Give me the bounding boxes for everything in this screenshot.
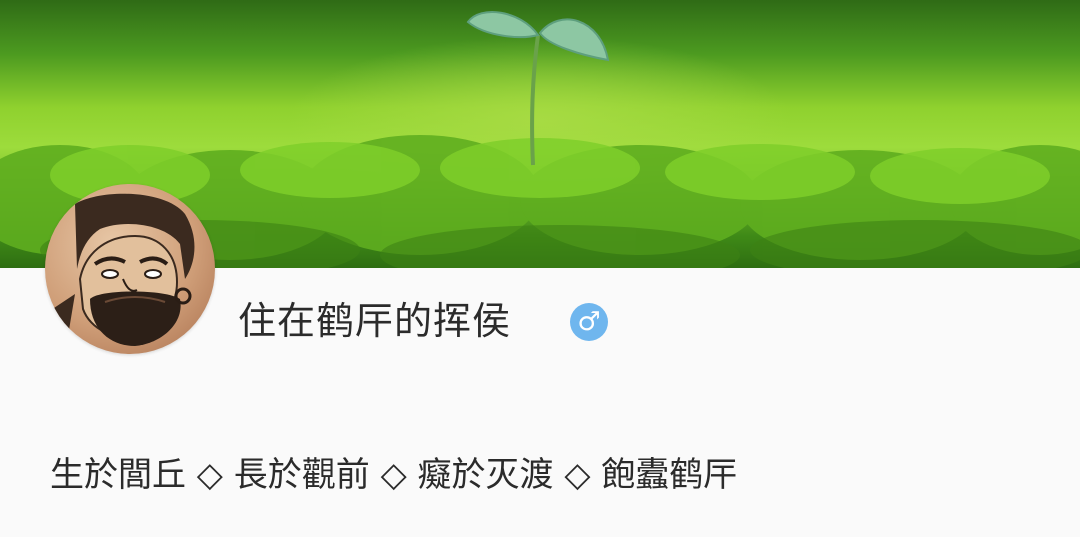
username: 住在鹤厈的挥侯 [238,299,512,343]
male-icon: ♂ [570,303,608,341]
avatar[interactable] [45,184,215,354]
portrait-illustration [45,193,195,354]
bio-text: 生於閭丘 ◇ 長於觀前 ◇ 癡於灭渡 ◇ 飽蠹鹤厈 [50,455,738,495]
